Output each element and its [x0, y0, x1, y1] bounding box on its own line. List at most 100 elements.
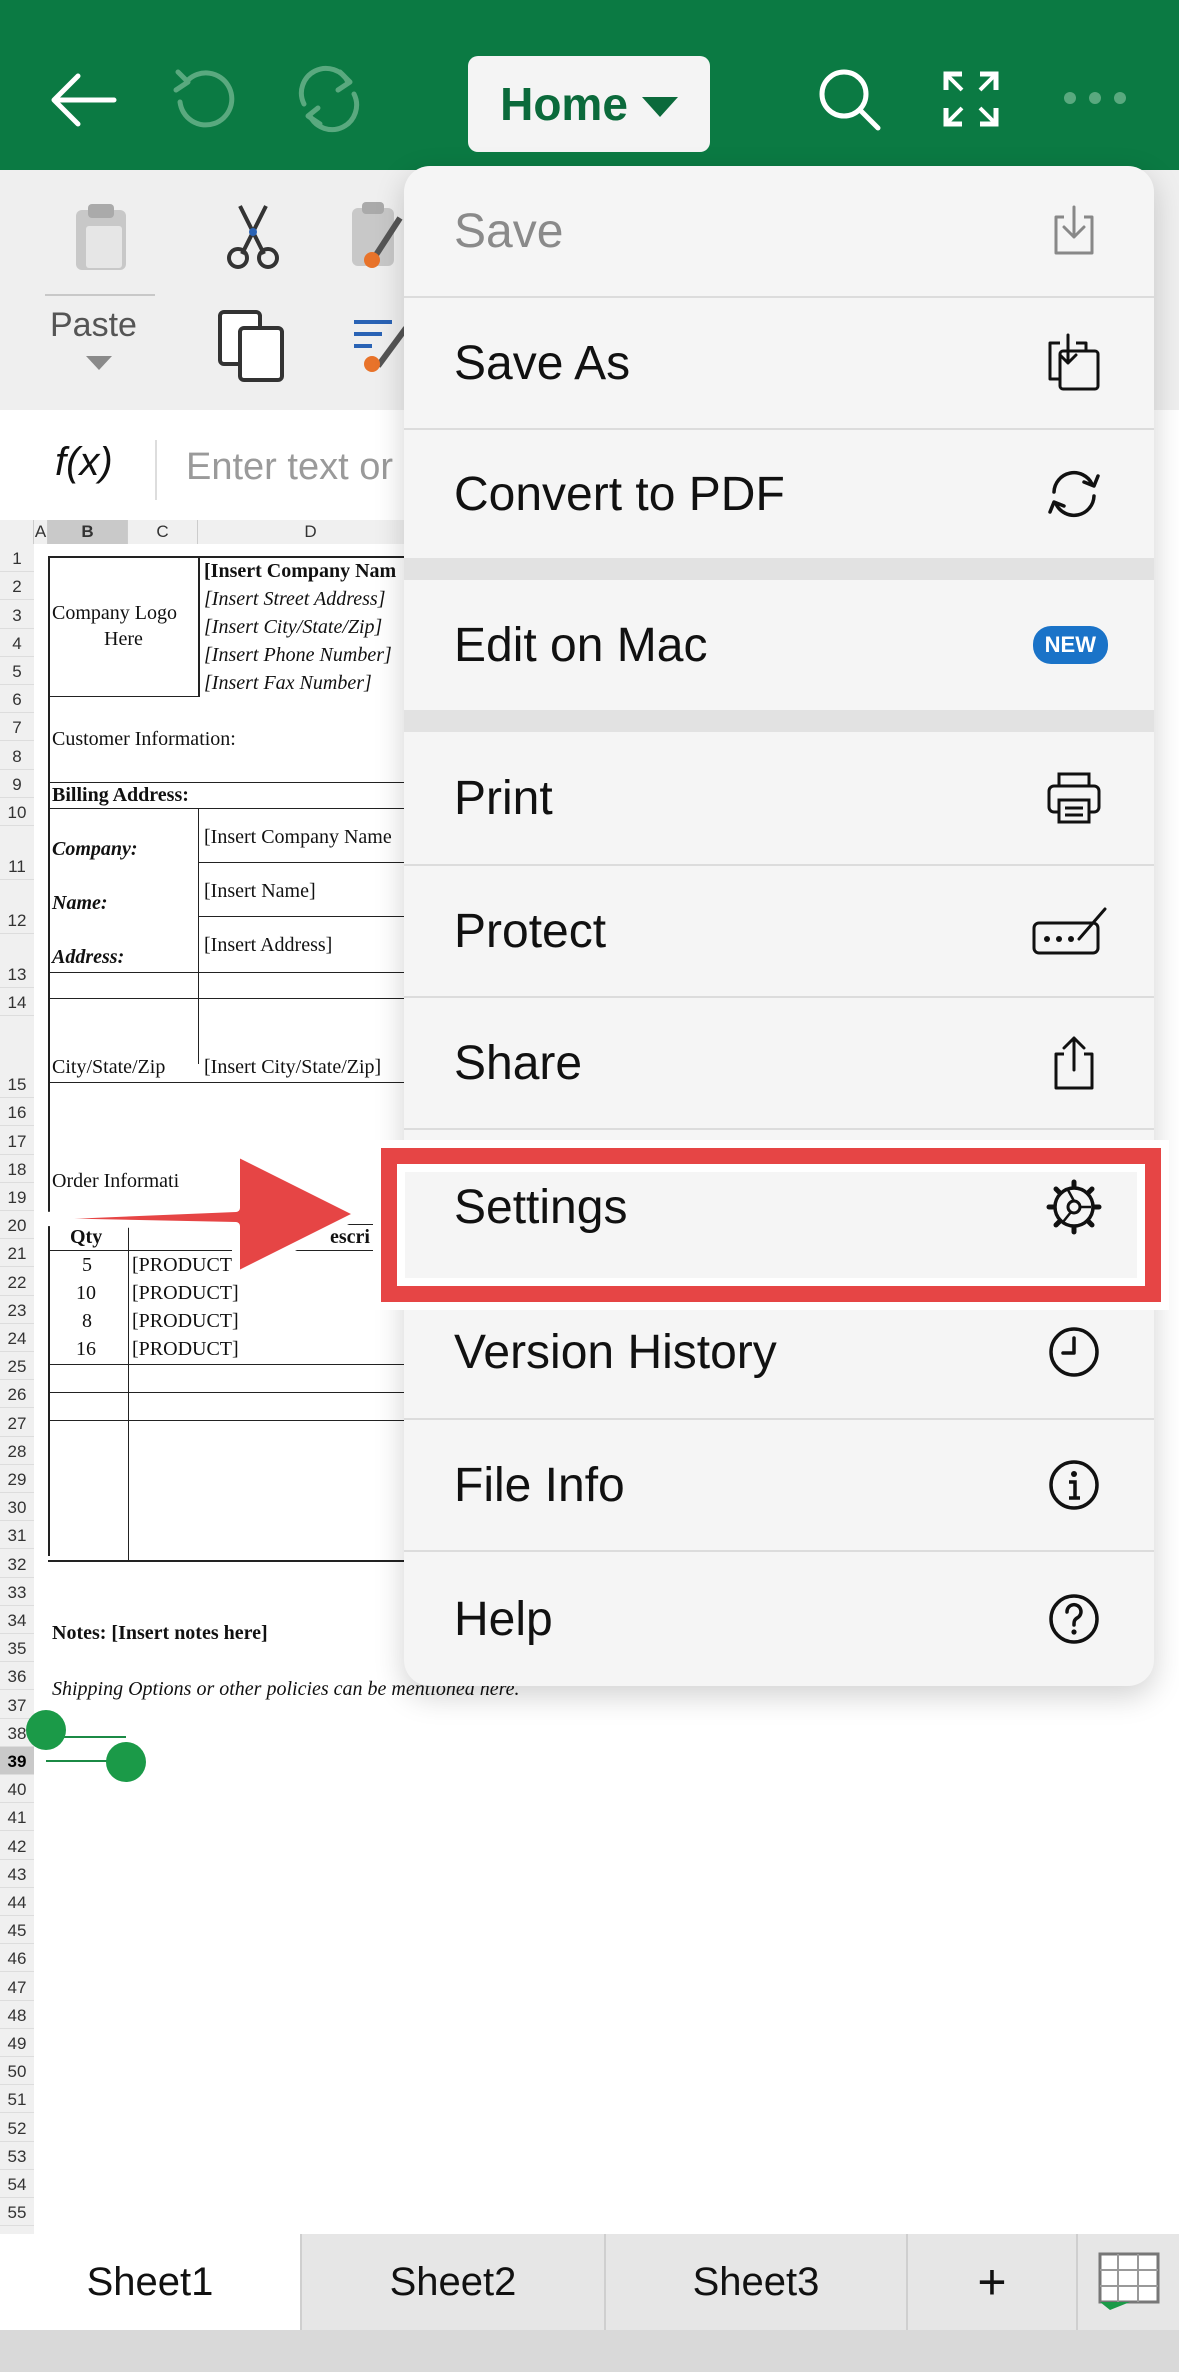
formula-input[interactable]: Enter text or [186, 446, 393, 489]
row-header[interactable]: 25 [0, 1352, 34, 1381]
row-header[interactable]: 47 [0, 1972, 34, 2001]
row-header[interactable]: 18 [0, 1154, 34, 1183]
column-header-c[interactable]: C [128, 520, 198, 544]
search-icon[interactable] [816, 66, 884, 134]
order-qty-3: 8 [82, 1310, 92, 1332]
row-header[interactable]: 5 [0, 656, 34, 685]
row-header[interactable]: 1 [0, 544, 34, 573]
row-header[interactable]: 30 [0, 1493, 34, 1522]
row-header[interactable]: 20 [0, 1211, 34, 1240]
undo-icon[interactable] [170, 64, 240, 134]
row-header[interactable]: 10 [0, 797, 34, 826]
menu-item-help[interactable]: Help [404, 1552, 1154, 1686]
menu-item-share[interactable]: Share [404, 998, 1154, 1128]
row-header[interactable]: 49 [0, 2028, 34, 2057]
format-painter-icon[interactable] [350, 200, 406, 272]
row-header[interactable]: 32 [0, 1549, 34, 1578]
menu-item-save[interactable]: Save [404, 166, 1154, 296]
billing-border-bottom [48, 808, 428, 809]
row-header[interactable]: 31 [0, 1521, 34, 1550]
menu-item-version-history[interactable]: Version History [404, 1286, 1154, 1418]
row-header[interactable]: 35 [0, 1634, 34, 1663]
menu-item-save-as[interactable]: Save As [404, 298, 1154, 428]
row-header[interactable]: 28 [0, 1436, 34, 1465]
paste-label[interactable]: Paste [50, 306, 137, 345]
row-header[interactable]: 36 [0, 1662, 34, 1691]
row-header[interactable]: 21 [0, 1239, 34, 1268]
home-tab-dropdown[interactable]: Home [468, 56, 710, 152]
menu-item-convert-to-pdf[interactable]: Convert to PDF [404, 430, 1154, 558]
company-border [198, 862, 428, 863]
selection-handle-start[interactable] [26, 1710, 66, 1750]
row-header[interactable]: 37 [0, 1690, 34, 1719]
row-header[interactable]: 24 [0, 1323, 34, 1352]
row-header[interactable]: 13 [0, 934, 34, 988]
row-header[interactable]: 43 [0, 1859, 34, 1888]
row-header[interactable]: 48 [0, 2000, 34, 2029]
tab-sheet2[interactable]: Sheet2 [302, 2234, 606, 2330]
row-header[interactable]: 33 [0, 1577, 34, 1606]
row-header[interactable]: 50 [0, 2057, 34, 2086]
row-header[interactable]: 46 [0, 1944, 34, 1973]
column-header-b[interactable]: B [48, 520, 128, 544]
row-header[interactable]: 51 [0, 2085, 34, 2114]
row-header[interactable]: 8 [0, 741, 34, 770]
tab-sheet3[interactable]: Sheet3 [606, 2234, 908, 2330]
selection-handle-end[interactable] [106, 1742, 146, 1782]
row-header[interactable]: 12 [0, 880, 34, 934]
row-header[interactable]: 19 [0, 1182, 34, 1211]
row-header[interactable]: 41 [0, 1803, 34, 1832]
row-header[interactable]: 39 [0, 1746, 34, 1775]
row-header[interactable]: 6 [0, 685, 34, 714]
row-header[interactable]: 15 [0, 1016, 34, 1099]
redo-icon[interactable] [290, 64, 368, 134]
menu-item-edit-on-mac[interactable]: Edit on Mac NEW [404, 580, 1154, 710]
row-header[interactable]: 54 [0, 2169, 34, 2198]
row-header[interactable]: 55 [0, 2198, 34, 2227]
column-header-d[interactable]: D [198, 520, 424, 544]
row-header[interactable]: 17 [0, 1126, 34, 1155]
row-header[interactable]: 29 [0, 1464, 34, 1493]
row-header[interactable]: 16 [0, 1098, 34, 1127]
column-header-corner[interactable] [0, 520, 34, 544]
scissors-icon[interactable] [226, 202, 280, 272]
row-header[interactable]: 23 [0, 1295, 34, 1324]
row-header[interactable]: 34 [0, 1605, 34, 1634]
grid-keyboard-icon[interactable] [1096, 2250, 1162, 2312]
row-header[interactable]: 27 [0, 1408, 34, 1437]
row-header[interactable]: 42 [0, 1831, 34, 1860]
menu-item-file-info[interactable]: File Info [404, 1420, 1154, 1550]
row-header[interactable]: 11 [0, 826, 34, 880]
add-sheet-button[interactable]: + [908, 2234, 1078, 2330]
name-border [198, 916, 428, 917]
row-header[interactable]: 9 [0, 769, 34, 798]
row-header[interactable]: 45 [0, 1916, 34, 1945]
row-header[interactable]: 14 [0, 988, 34, 1017]
more-icon[interactable] [1062, 90, 1128, 106]
order-product-4: [PRODUCT] [132, 1338, 239, 1360]
row-header[interactable]: 44 [0, 1887, 34, 1916]
file-menu: Save Save As Convert to PDF Edit on Mac … [404, 166, 1154, 1686]
column-header-a[interactable]: A [34, 520, 48, 544]
menu-item-print[interactable]: Print [404, 732, 1154, 864]
back-arrow-icon[interactable] [48, 70, 118, 130]
menu-item-protect[interactable]: Protect [404, 866, 1154, 996]
row-header[interactable]: 2 [0, 572, 34, 601]
menu-item-label: File Info [454, 1458, 625, 1512]
row-header[interactable]: 4 [0, 628, 34, 657]
tab-sheet1[interactable]: Sheet1 [0, 2234, 302, 2330]
row-header[interactable]: 52 [0, 2113, 34, 2142]
row-header[interactable]: 53 [0, 2141, 34, 2170]
clear-format-icon[interactable] [352, 316, 408, 372]
copy-icon[interactable] [216, 310, 288, 382]
row-header[interactable]: 40 [0, 1775, 34, 1804]
row-header[interactable]: 3 [0, 600, 34, 629]
paste-icon[interactable] [72, 202, 130, 274]
row-header[interactable]: 7 [0, 713, 34, 742]
row-header[interactable]: 22 [0, 1267, 34, 1296]
paste-chevron-icon[interactable] [86, 356, 112, 370]
row-header[interactable]: 26 [0, 1380, 34, 1409]
billing-address-cell: Billing Address: [52, 784, 189, 806]
function-icon[interactable]: f(x) [55, 440, 113, 485]
fullscreen-icon[interactable] [942, 70, 1000, 128]
